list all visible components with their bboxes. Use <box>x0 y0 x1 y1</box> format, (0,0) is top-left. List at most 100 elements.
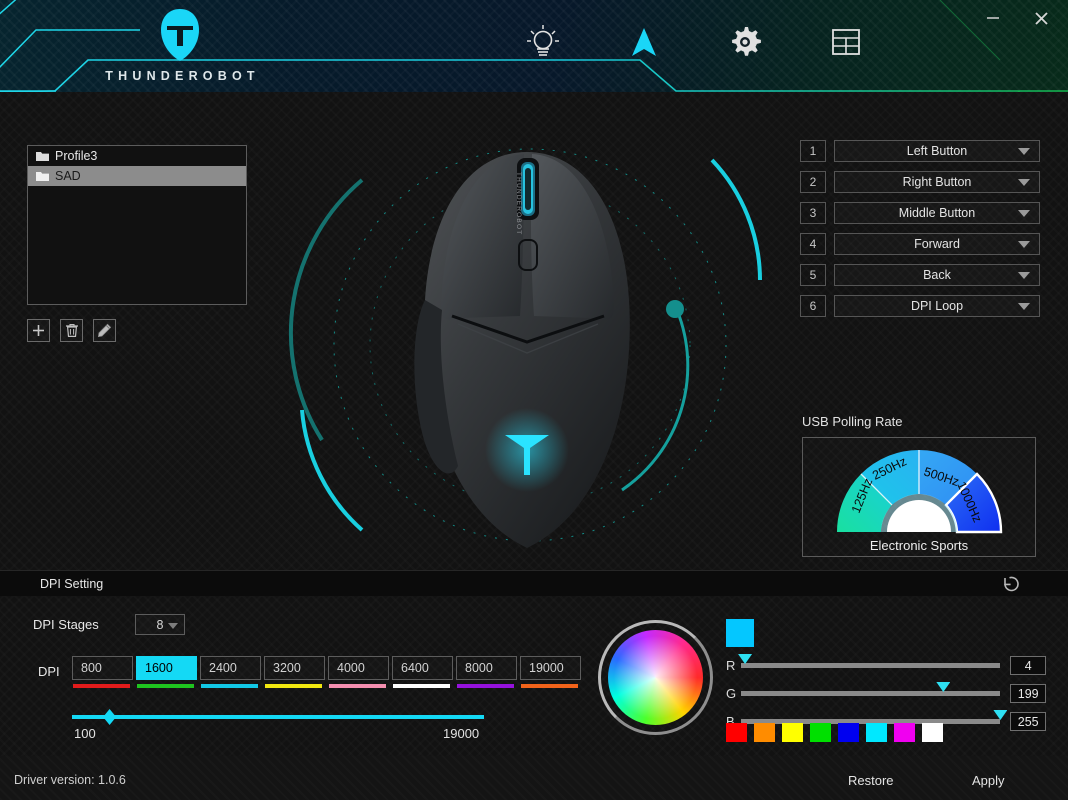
edit-profile-button[interactable] <box>93 319 116 342</box>
helmet-icon <box>161 9 199 61</box>
gear-icon <box>732 27 761 56</box>
app-window: THUNDEROBOT Profile3 SAD THUNDEROBOT 1 L… <box>0 0 1068 800</box>
rgb-value-r[interactable]: 4 <box>1010 656 1046 675</box>
assignment-select-3[interactable]: Middle Button <box>834 202 1040 224</box>
dpi-stage-value[interactable]: 19000 <box>520 656 581 680</box>
dpi-stage-color[interactable] <box>329 684 386 688</box>
reset-arrow-icon <box>1004 576 1019 592</box>
rgb-label-g: G <box>726 686 737 701</box>
color-preset-red[interactable] <box>726 723 747 742</box>
color-preset-white[interactable] <box>922 723 943 742</box>
chevron-down-icon <box>1018 148 1030 155</box>
dpi-slider-track[interactable] <box>72 709 484 725</box>
assignment-select-5[interactable]: Back <box>834 264 1040 286</box>
assignment-select-4[interactable]: Forward <box>834 233 1040 255</box>
rgb-slider-g[interactable] <box>740 682 1001 696</box>
color-preset-cyan[interactable] <box>866 723 887 742</box>
assignment-index: 5 <box>800 264 826 286</box>
svg-text:THUNDEROBOT: THUNDEROBOT <box>515 172 522 235</box>
rgb-label-r: R <box>726 658 736 673</box>
dpi-slider-min: 100 <box>74 726 96 741</box>
mouse-preview: THUNDEROBOT <box>262 110 792 570</box>
nav-item-macro[interactable] <box>823 19 869 65</box>
assignment-value: Back <box>923 268 951 282</box>
color-presets <box>726 723 943 742</box>
pencil-icon <box>97 323 112 338</box>
brand-name: THUNDEROBOT <box>105 69 260 83</box>
color-preset-orange[interactable] <box>754 723 775 742</box>
chevron-down-icon <box>1018 272 1030 279</box>
assignment-index: 1 <box>800 140 826 162</box>
profile-list[interactable]: Profile3 SAD <box>27 145 247 305</box>
color-preview-swatch[interactable] <box>726 619 754 647</box>
dpi-stage-5: 4000 <box>328 656 389 688</box>
dpi-stage-color[interactable] <box>521 684 578 688</box>
folder-icon <box>36 152 49 161</box>
chevron-down-icon <box>1018 241 1030 248</box>
assignment-index: 3 <box>800 202 826 224</box>
color-wheel-disc[interactable] <box>608 630 703 725</box>
assignment-value: Forward <box>914 237 960 251</box>
nav-item-mouse[interactable] <box>621 19 667 65</box>
rgb-handle-b[interactable] <box>993 710 1008 720</box>
chevron-down-icon <box>1018 179 1030 186</box>
rgb-value-b[interactable]: 255 <box>1010 712 1046 731</box>
dpi-stage-list: 800 1600 2400 3200 4000 6400 8000 19000 <box>72 656 581 688</box>
driver-version: Driver version: 1.0.6 <box>14 773 126 787</box>
chevron-down-icon <box>1018 210 1030 217</box>
polling-rate-gauge[interactable]: 125Hz 250Hz 500Hz 1000Hz <box>819 444 1019 536</box>
dpi-stage-color[interactable] <box>457 684 514 688</box>
dpi-stages-select[interactable]: 8 <box>135 614 185 635</box>
assignment-select-6[interactable]: DPI Loop <box>834 295 1040 317</box>
table-grid-icon <box>832 29 860 55</box>
delete-profile-button[interactable] <box>60 319 83 342</box>
add-profile-button[interactable] <box>27 319 50 342</box>
dpi-stage-value[interactable]: 8000 <box>456 656 517 680</box>
dpi-stage-8: 19000 <box>520 656 581 688</box>
dpi-stage-value[interactable]: 1600 <box>136 656 197 680</box>
restore-button[interactable]: Restore <box>848 773 894 788</box>
list-item[interactable]: Profile3 <box>28 146 246 166</box>
dpi-stage-color[interactable] <box>201 684 258 688</box>
button-assignment-panel: 1 Left Button 2 Right Button 3 Middle Bu… <box>800 140 1040 326</box>
dpi-stage-color[interactable] <box>137 684 194 688</box>
dpi-stage-value[interactable]: 800 <box>72 656 133 680</box>
close-button[interactable] <box>1028 5 1054 31</box>
app-footer: Driver version: 1.0.6 Restore Apply <box>0 756 1068 800</box>
minimize-button[interactable] <box>980 5 1006 31</box>
dpi-stage-4: 3200 <box>264 656 325 688</box>
assignment-index: 4 <box>800 233 826 255</box>
window-controls <box>980 5 1054 31</box>
app-header: THUNDEROBOT <box>0 0 1068 92</box>
nav-item-settings[interactable] <box>722 19 768 65</box>
color-preset-blue[interactable] <box>838 723 859 742</box>
assignment-row-1: 1 Left Button <box>800 140 1040 162</box>
nav-item-lighting[interactable] <box>520 19 566 65</box>
dpi-slider-handle[interactable] <box>103 709 117 725</box>
assignment-row-4: 4 Forward <box>800 233 1040 255</box>
polling-rate-title: USB Polling Rate <box>802 414 903 429</box>
assignment-value: Left Button <box>906 144 968 158</box>
dpi-stage-value[interactable]: 2400 <box>200 656 261 680</box>
close-icon <box>1034 11 1048 25</box>
color-preset-magenta[interactable] <box>894 723 915 742</box>
apply-button[interactable]: Apply <box>972 773 1005 788</box>
rgb-value-g[interactable]: 199 <box>1010 684 1046 703</box>
color-preset-green[interactable] <box>810 723 831 742</box>
list-item[interactable]: SAD <box>28 166 246 186</box>
rgb-handle-g[interactable] <box>936 682 951 692</box>
dpi-stage-color[interactable] <box>73 684 130 688</box>
dpi-stage-value[interactable]: 3200 <box>264 656 325 680</box>
color-wheel[interactable] <box>598 620 713 735</box>
dpi-reset-button[interactable] <box>1000 573 1022 595</box>
assignment-select-2[interactable]: Right Button <box>834 171 1040 193</box>
assignment-select-1[interactable]: Left Button <box>834 140 1040 162</box>
color-preset-yellow[interactable] <box>782 723 803 742</box>
rgb-slider-r[interactable] <box>738 654 1001 668</box>
dpi-stage-color[interactable] <box>265 684 322 688</box>
dpi-stage-value[interactable]: 4000 <box>328 656 389 680</box>
cursor-arrow-icon <box>632 28 656 56</box>
dpi-stage-7: 8000 <box>456 656 517 688</box>
dpi-stage-color[interactable] <box>393 684 450 688</box>
dpi-stage-value[interactable]: 6400 <box>392 656 453 680</box>
